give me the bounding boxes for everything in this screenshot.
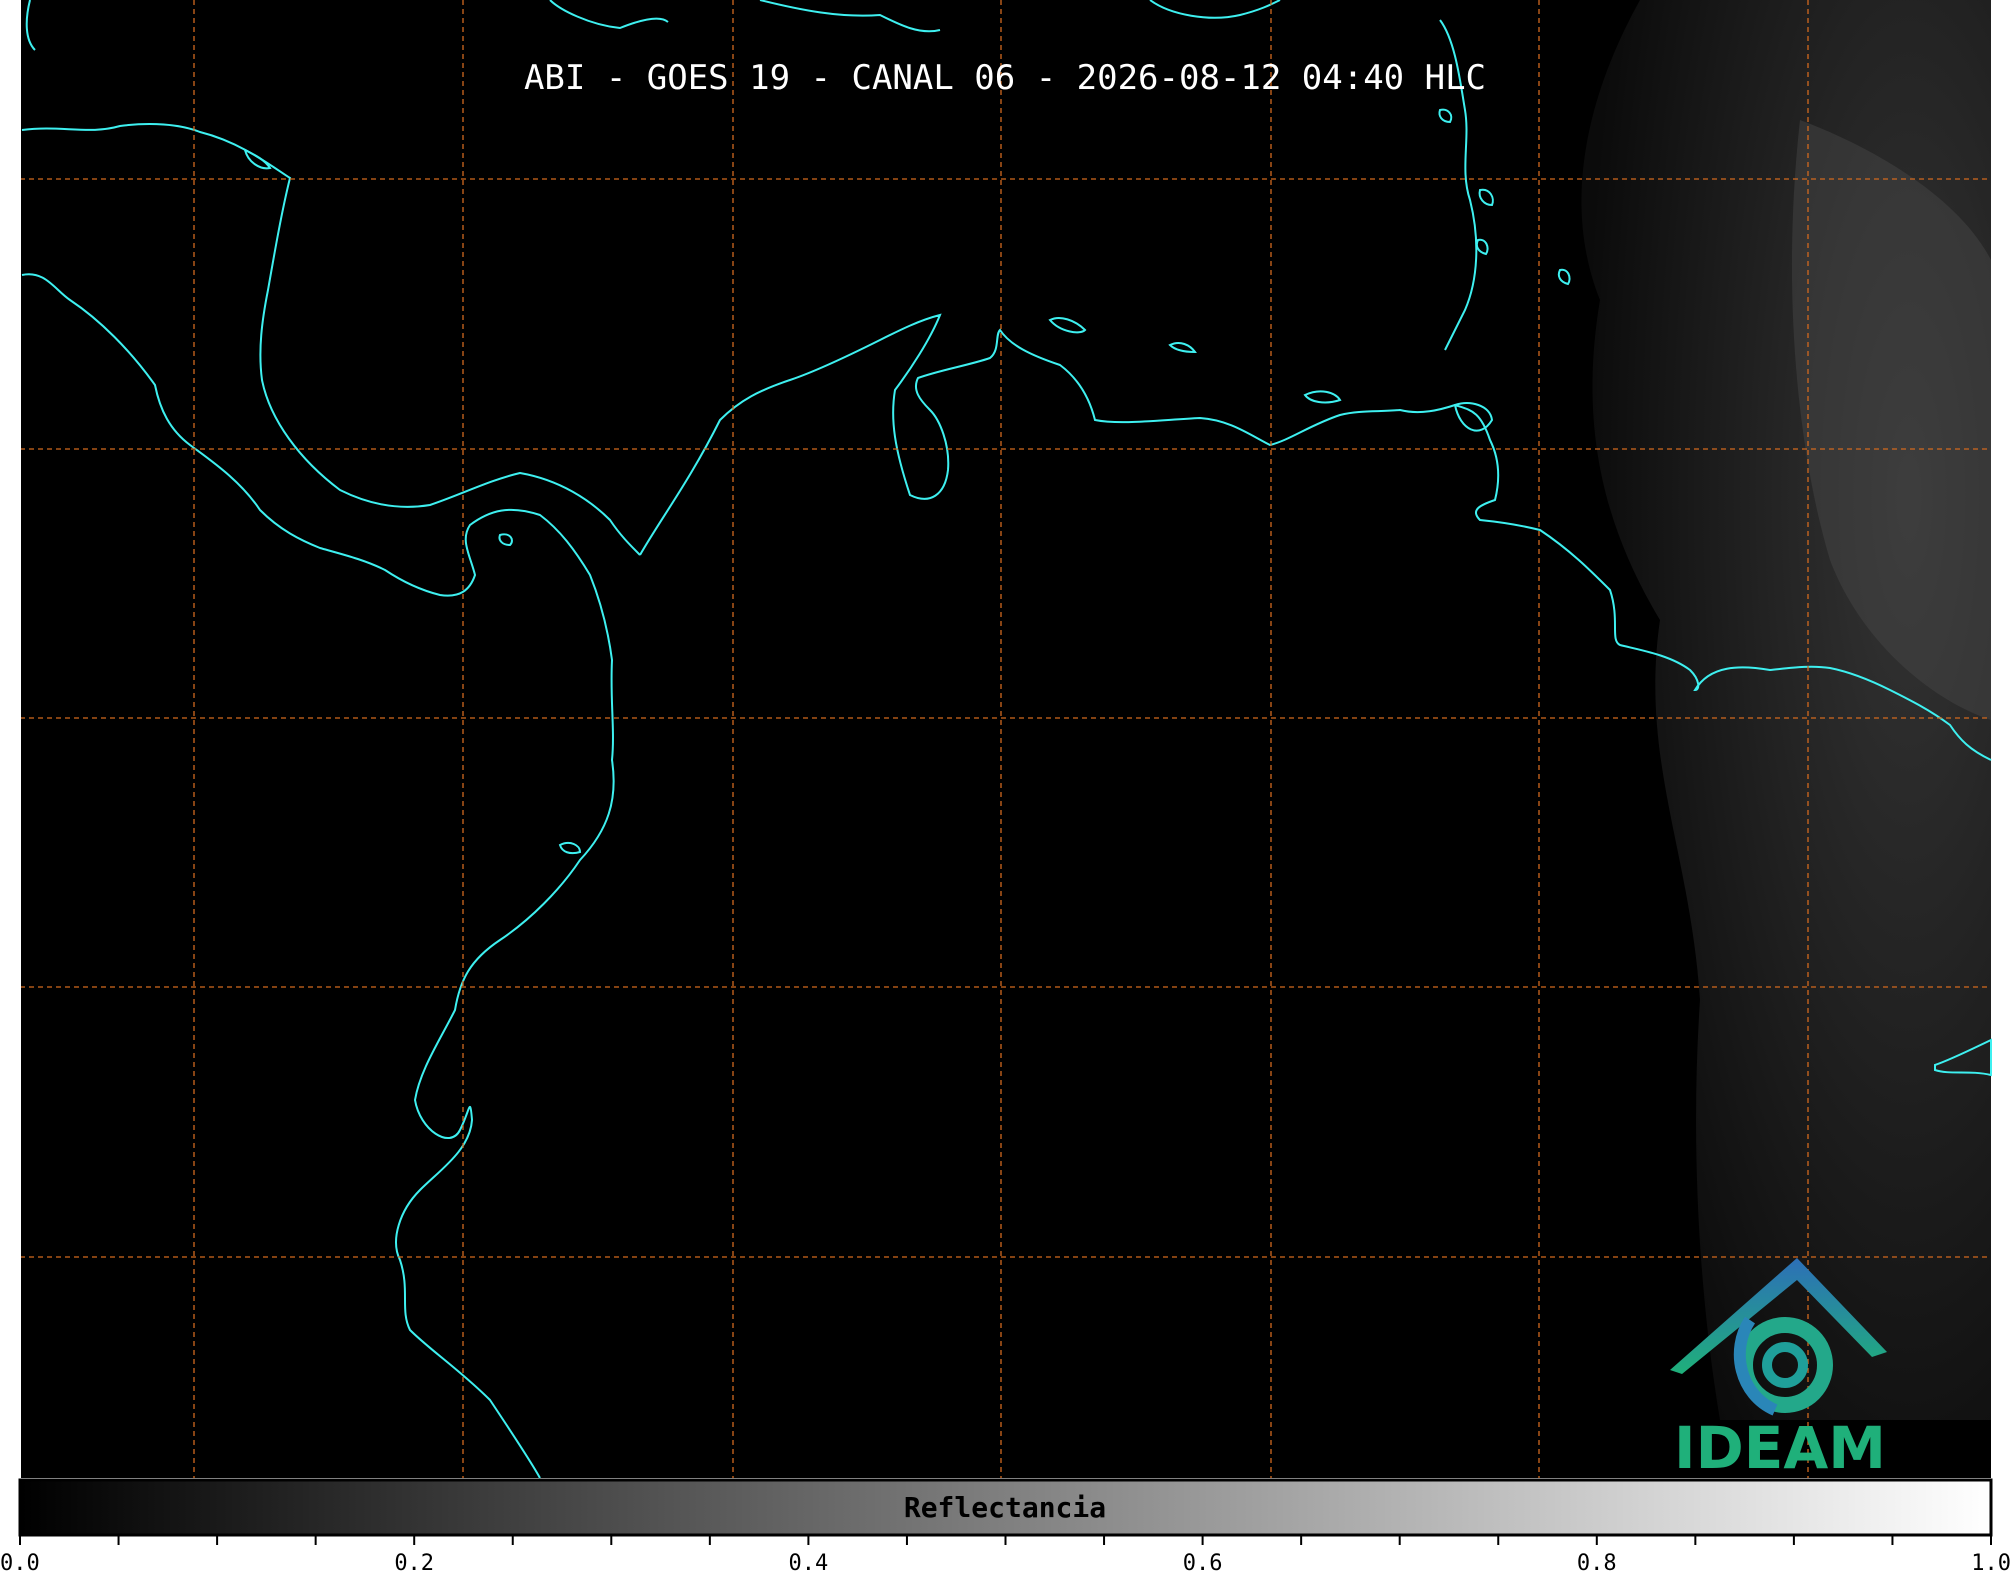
logo-text: IDEAM (1674, 1414, 1886, 1482)
colorbar-tick-label: 0.8 (1577, 1551, 1617, 1576)
colorbar: Reflectancia 0.0 0.2 0.4 0.6 0.8 1.0 (0, 1478, 2011, 1576)
colorbar-ticks: 0.0 0.2 0.4 0.6 0.8 1.0 (0, 1535, 2011, 1576)
satellite-map: ABI - GOES 19 - CANAL 06 - 2026-08-12 04… (0, 0, 2011, 1576)
satellite-image-figure: ABI - GOES 19 - CANAL 06 - 2026-08-12 04… (0, 0, 2011, 1577)
colorbar-tick-label: 0.0 (0, 1551, 40, 1576)
colorbar-label: Reflectancia (904, 1491, 1106, 1524)
map-title: ABI - GOES 19 - CANAL 06 - 2026-08-12 04… (524, 58, 1486, 98)
colorbar-tick-label: 0.2 (394, 1551, 434, 1576)
colorbar-tick-label: 1.0 (1971, 1551, 2011, 1576)
colorbar-tick-label: 0.4 (789, 1551, 829, 1576)
colorbar-tick-label: 0.6 (1183, 1551, 1223, 1576)
